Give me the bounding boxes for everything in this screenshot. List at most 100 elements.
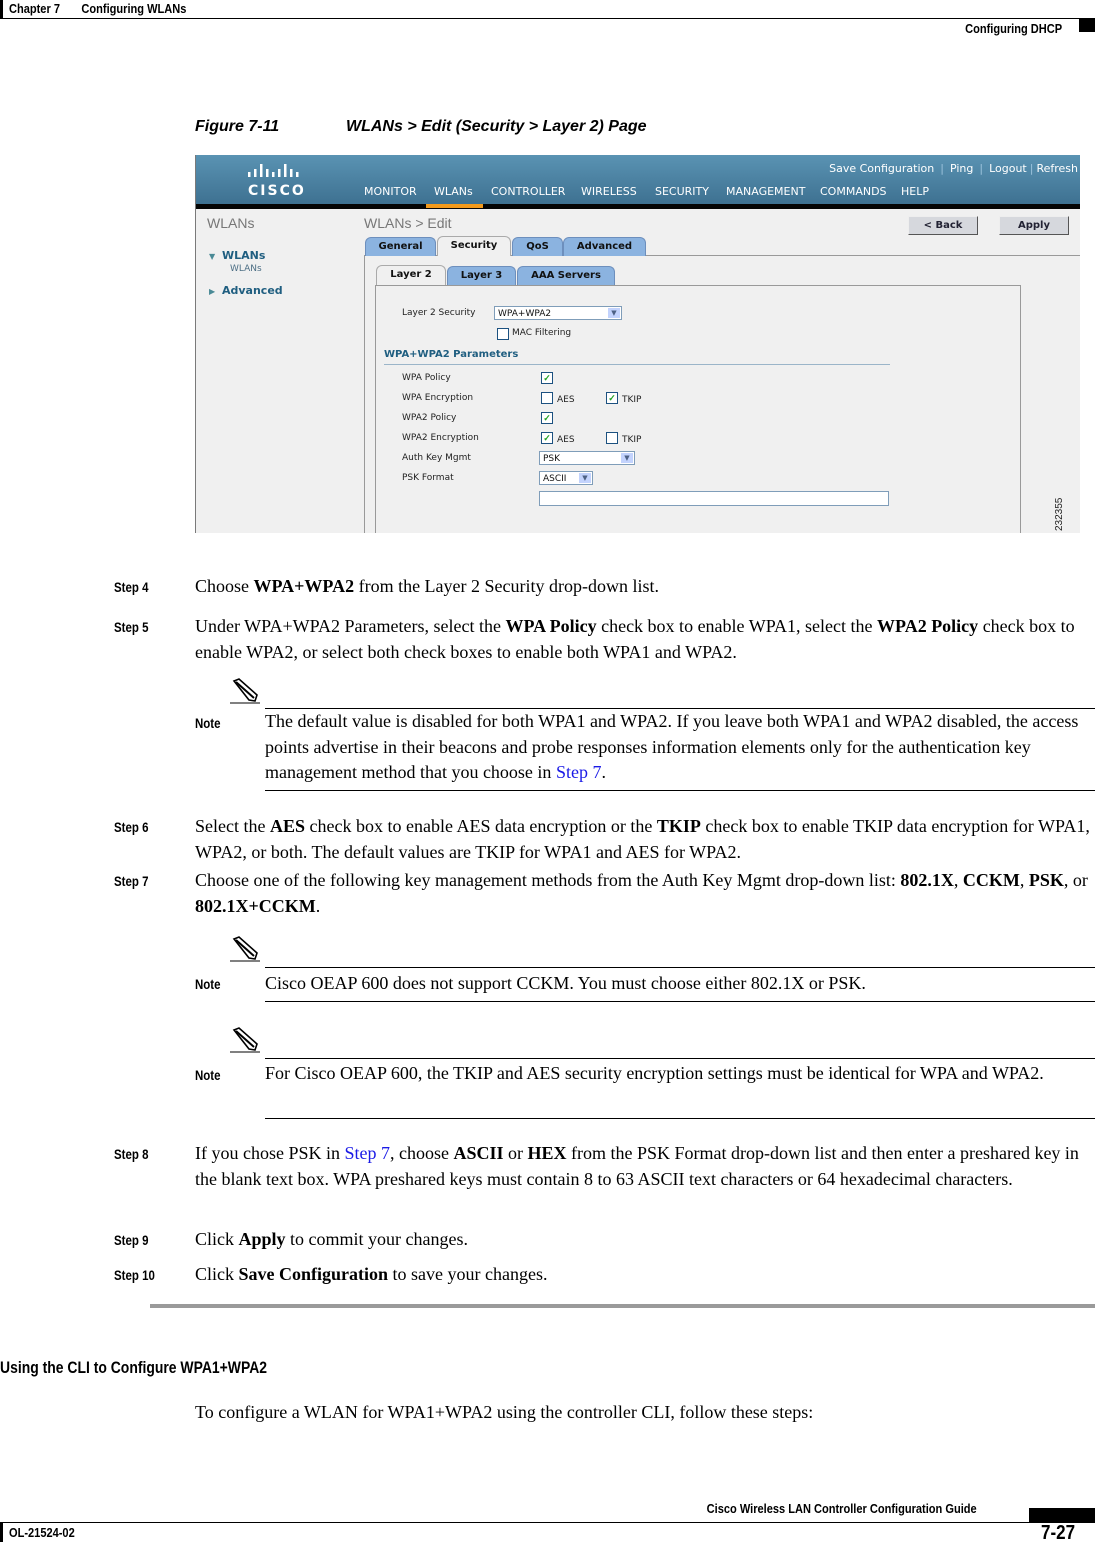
- wpa2-aes-checkbox[interactable]: ✓: [541, 432, 553, 444]
- subtab-layer2[interactable]: Layer 2: [376, 265, 446, 285]
- step-8-text: If you chose PSK in Step 7, choose ASCII…: [195, 1143, 1079, 1189]
- footer-block: [1029, 1508, 1095, 1522]
- step-label: Step 5: [114, 619, 149, 635]
- wpa2-policy-label: WPA2 Policy: [402, 413, 457, 423]
- header-section: Configuring DHCP: [965, 21, 1062, 36]
- wpa-tkip-checkbox[interactable]: ✓: [606, 392, 618, 404]
- subtab-aaa-servers[interactable]: AAA Servers: [517, 266, 615, 285]
- back-button[interactable]: < Back: [908, 216, 978, 235]
- nav-wlans[interactable]: WLANs: [434, 185, 473, 198]
- wpa-tkip-label: TKIP: [622, 395, 642, 405]
- wpa-policy-checkbox[interactable]: ✓: [541, 372, 553, 384]
- note-rule-bottom: [265, 790, 1095, 791]
- cisco-logo: CISCO: [248, 183, 306, 199]
- tab-security[interactable]: Security: [437, 236, 511, 256]
- note-rule-bottom: [265, 1118, 1095, 1119]
- layer2-security-label: Layer 2 Security: [402, 308, 476, 318]
- checkmark-icon: ✓: [543, 373, 551, 383]
- wpa-encryption-label: WPA Encryption: [402, 393, 474, 403]
- mac-filtering-checkbox[interactable]: [497, 328, 509, 340]
- psk-key-input[interactable]: [539, 491, 889, 506]
- auth-key-mgmt-select[interactable]: PSK ▼: [539, 451, 635, 465]
- sidebar-title: WLANs: [207, 215, 255, 231]
- layer2-security-select[interactable]: WPA+WPA2 ▼: [494, 306, 622, 320]
- wpa-aes-label: AES: [557, 395, 575, 405]
- chapter-title: Configuring WLANs: [81, 1, 187, 16]
- nav-commands[interactable]: COMMANDS: [820, 185, 887, 198]
- refresh-link[interactable]: Refresh: [1036, 162, 1078, 175]
- step-5-text: Under WPA+WPA2 Parameters, select the WP…: [195, 616, 1075, 662]
- nav-security[interactable]: SECURITY: [655, 185, 709, 198]
- note-pencil-icon: [230, 678, 260, 704]
- wpa-policy-label: WPA Policy: [402, 373, 451, 383]
- ping-link[interactable]: Ping: [950, 162, 973, 175]
- params-title: WPA+WPA2 Parameters: [384, 349, 519, 360]
- wpa2-tkip-checkbox[interactable]: [606, 432, 618, 444]
- subtab-layer3[interactable]: Layer 3: [447, 266, 516, 285]
- apply-button[interactable]: Apply: [999, 216, 1069, 235]
- figure-title: WLANs > Edit (Security > Layer 2) Page: [346, 118, 647, 135]
- step-label: Step 6: [114, 819, 149, 835]
- nav-management[interactable]: MANAGEMENT: [726, 185, 805, 198]
- params-divider: [384, 364, 890, 365]
- header-chapter: Chapter 7 Configuring WLANs: [9, 1, 186, 16]
- note-1-text: The default value is disabled for both W…: [265, 711, 1079, 782]
- step-label: Step 10: [114, 1267, 155, 1283]
- sidebar-subitem-wlans[interactable]: WLANs: [230, 264, 262, 274]
- wpa2-tkip-label: TKIP: [622, 435, 642, 445]
- dropdown-arrow-icon: ▼: [621, 453, 633, 463]
- psk-format-label: PSK Format: [402, 473, 454, 483]
- expanded-triangle-icon: ▼: [209, 252, 216, 261]
- figure-id: 232355: [1054, 497, 1065, 531]
- footer-left-bar: [0, 1522, 3, 1542]
- note-label: Note: [195, 715, 221, 731]
- note-label: Note: [195, 976, 221, 992]
- step-7-text: Choose one of the following key manageme…: [195, 870, 1088, 916]
- step-label: Step 8: [114, 1146, 149, 1162]
- logout-link[interactable]: Logout: [989, 162, 1027, 175]
- footer-page-number: 7-27: [1040, 1522, 1075, 1544]
- checkmark-icon: ✓: [543, 413, 551, 423]
- figure-number: Figure 7-11: [195, 118, 280, 135]
- step-4-text: Choose WPA+WPA2 from the Layer 2 Securit…: [195, 576, 660, 596]
- wpa2-policy-checkbox[interactable]: ✓: [541, 412, 553, 424]
- save-configuration-link[interactable]: Save Configuration: [829, 162, 934, 175]
- nav-help[interactable]: HELP: [901, 185, 929, 198]
- note-label: Note: [195, 1067, 221, 1083]
- auth-key-mgmt-label: Auth Key Mgmt: [402, 453, 471, 463]
- tab-advanced[interactable]: Advanced: [563, 237, 646, 256]
- cisco-logo-bars-icon: [248, 164, 299, 177]
- tab-qos[interactable]: QoS: [512, 237, 563, 256]
- tab-general[interactable]: General: [365, 237, 436, 256]
- sidebar-item-advanced[interactable]: ▶ Advanced: [209, 284, 283, 297]
- step-label: Step 9: [114, 1232, 149, 1248]
- mac-filtering-label: MAC Filtering: [512, 328, 572, 338]
- step-7-link[interactable]: Step 7: [345, 1143, 391, 1163]
- collapsed-triangle-icon: ▶: [209, 287, 216, 296]
- wpa-aes-checkbox[interactable]: [541, 392, 553, 404]
- note-3-text: For Cisco OEAP 600, the TKIP and AES sec…: [265, 1063, 1044, 1083]
- nav-monitor[interactable]: MONITOR: [364, 185, 417, 198]
- dropdown-arrow-icon: ▼: [608, 308, 620, 318]
- sidebar-item-wlans[interactable]: ▼ WLANs: [209, 249, 265, 262]
- dropdown-arrow-icon: ▼: [579, 473, 591, 483]
- checkmark-icon: ✓: [543, 433, 551, 443]
- note-pencil-icon: [230, 936, 260, 962]
- step-label: Step 4: [114, 579, 149, 595]
- note-rule-top: [265, 1058, 1095, 1059]
- footer-doc-number: OL-21524-02: [9, 1525, 75, 1540]
- page-title: WLANs > Edit: [364, 215, 452, 231]
- note-2-text: Cisco OEAP 600 does not support CCKM. Yo…: [265, 973, 866, 993]
- nav-wireless[interactable]: WIRELESS: [581, 185, 637, 198]
- step-10-text: Click Save Configuration to save your ch…: [195, 1264, 548, 1284]
- psk-format-select[interactable]: ASCII ▼: [539, 471, 593, 485]
- step-label: Step 7: [114, 873, 149, 889]
- section-title: Using the CLI to Configure WPA1+WPA2: [0, 1358, 268, 1377]
- wpa2-encryption-label: WPA2 Encryption: [402, 433, 479, 443]
- step-7-link[interactable]: Step 7: [556, 762, 602, 782]
- footer-rule: [0, 1522, 1095, 1523]
- nav-active-indicator: [426, 204, 483, 208]
- note-rule-bottom: [265, 1001, 1095, 1002]
- nav-controller[interactable]: CONTROLLER: [491, 185, 565, 198]
- chapter-number: Chapter 7: [9, 1, 60, 16]
